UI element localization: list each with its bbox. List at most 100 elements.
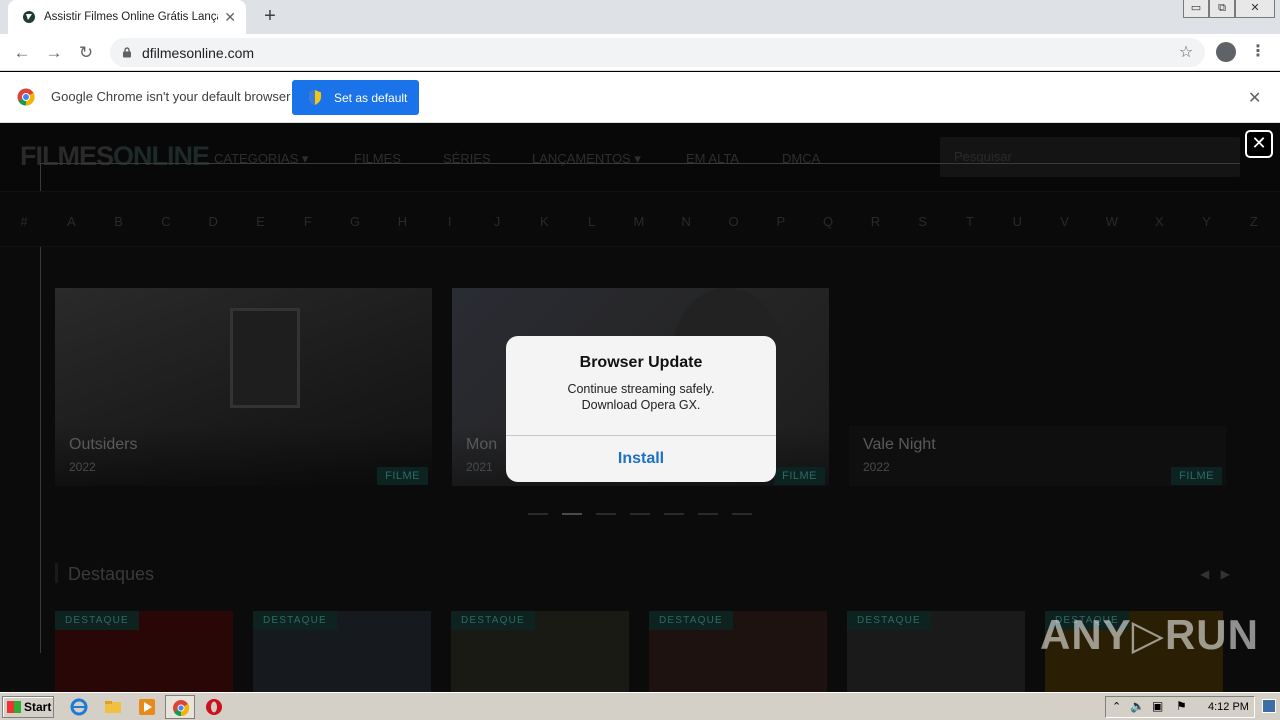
card-badge: DESTAQUE — [55, 611, 139, 630]
set-as-default-button[interactable]: Set as default — [292, 80, 419, 115]
show-desktop-icon[interactable] — [1262, 699, 1276, 713]
back-icon[interactable]: ← — [12, 43, 32, 63]
destaque-card[interactable]: DESTAQUE — [253, 611, 431, 692]
alphabet-letter[interactable]: X — [1149, 214, 1169, 229]
restore-button[interactable]: ⧉ — [1209, 0, 1235, 18]
forward-icon[interactable]: → — [44, 43, 64, 63]
modal-title: Browser Update — [579, 354, 703, 371]
carousel-dot[interactable] — [698, 513, 718, 515]
media-player-icon[interactable] — [138, 698, 156, 716]
alphabet-letter[interactable]: K — [534, 214, 554, 229]
destaque-card[interactable]: DESTAQUE — [55, 611, 233, 692]
alphabet-letter[interactable]: P — [771, 214, 791, 229]
reload-icon[interactable]: ↻ — [76, 43, 96, 63]
alphabet-letter[interactable]: Q — [818, 214, 838, 229]
section-title: Destaques — [68, 564, 155, 584]
carousel-dot[interactable] — [596, 513, 616, 515]
chrome-taskbar-button[interactable] — [165, 695, 195, 719]
alphabet-letter[interactable]: O — [724, 214, 744, 229]
alphabet-letter[interactable]: Z — [1244, 214, 1264, 229]
tab-strip: Assistir Filmes Online Grátis Lançame ✕ … — [0, 0, 1280, 34]
infobar-message: Google Chrome isn't your default browser — [51, 89, 291, 104]
search-input[interactable]: Pesquisar — [940, 137, 1240, 177]
slide-vale-night[interactable]: Vale Night 2022 FILME — [849, 288, 1226, 486]
window-frame — [230, 308, 300, 408]
alphabet-letter[interactable]: T — [960, 214, 980, 229]
alphabet-letter[interactable]: M — [629, 214, 649, 229]
start-button[interactable]: Start — [2, 696, 54, 718]
network-icon[interactable]: ▣ — [1152, 699, 1163, 713]
opera-icon[interactable] — [205, 698, 223, 716]
slide-outsiders[interactable]: Outsiders 2022 FILME — [55, 288, 432, 486]
alphabet-letter[interactable]: # — [14, 214, 34, 229]
new-tab-button[interactable]: + — [258, 5, 282, 29]
alphabet-letter[interactable]: E — [251, 214, 271, 229]
install-button[interactable]: Install — [506, 436, 776, 482]
logo-text-filmes: FILMES — [20, 141, 114, 171]
alphabet-letter[interactable]: F — [298, 214, 318, 229]
set-as-default-label: Set as default — [334, 90, 408, 105]
slide-caption-bg — [849, 426, 1226, 486]
site-header: FILMESONLINE CATEGORIAS ▾ FILMES SÉRIES … — [0, 123, 1280, 191]
explorer-folder-icon[interactable] — [104, 698, 122, 716]
alphabet-letter[interactable]: H — [392, 214, 412, 229]
carousel-dot[interactable] — [732, 513, 752, 515]
card-badge: DESTAQUE — [253, 611, 337, 630]
action-center-flag-icon[interactable]: ⚑ — [1176, 699, 1187, 713]
window-close-button[interactable]: ✕ — [1235, 0, 1275, 18]
slide-year: 2022 — [863, 460, 890, 474]
card-badge: DESTAQUE — [847, 611, 931, 630]
nav-lancamentos[interactable]: LANÇAMENTOS ▾ — [532, 151, 641, 167]
carousel-dot[interactable] — [528, 513, 548, 515]
browser-toolbar: ← → ↻ dfilmesonline.com ☆ ⋮ — [0, 34, 1280, 71]
clock: 4:12 PM — [1208, 701, 1249, 713]
alphabet-letter[interactable]: C — [156, 214, 176, 229]
address-bar[interactable]: dfilmesonline.com — [110, 38, 1205, 67]
anyrun-watermark: ANY▷RUN — [1040, 611, 1259, 658]
destaque-card[interactable]: DESTAQUE — [649, 611, 827, 692]
alphabet-letter[interactable]: I — [440, 214, 460, 229]
alphabet-letter[interactable]: U — [1007, 214, 1027, 229]
alphabet-letter[interactable]: G — [345, 214, 365, 229]
alphabet-letter[interactable]: L — [582, 214, 602, 229]
slide-badge: FILME — [377, 467, 428, 485]
account-avatar-icon[interactable] — [1216, 42, 1236, 62]
uac-shield-icon — [309, 90, 321, 105]
overlay-close-button[interactable]: ✕ — [1245, 130, 1273, 158]
alphabet-letter[interactable]: D — [203, 214, 223, 229]
default-browser-infobar: Google Chrome isn't your default browser… — [0, 72, 1280, 123]
modal-message-line2: Download Opera GX. — [581, 398, 701, 412]
site-logo[interactable]: FILMESONLINE — [20, 141, 210, 172]
minimize-button[interactable]: ▭ — [1183, 0, 1209, 18]
alphabet-letter[interactable]: N — [676, 214, 696, 229]
alphabet-letter[interactable]: S — [913, 214, 933, 229]
slide-title: Vale Night — [863, 436, 936, 453]
windows-flag-icon — [7, 701, 21, 713]
volume-icon[interactable]: 🔈 — [1130, 699, 1145, 713]
slide-year: 2022 — [69, 460, 96, 474]
alphabet-letter[interactable]: Y — [1197, 214, 1217, 229]
alphabet-letter[interactable]: A — [61, 214, 81, 229]
alphabet-letter[interactable]: R — [865, 214, 885, 229]
chrome-menu-icon[interactable]: ⋮ — [1250, 42, 1266, 62]
tab-title: Assistir Filmes Online Grátis Lançame — [44, 11, 218, 23]
card-badge: DESTAQUE — [451, 611, 535, 630]
carousel-dot[interactable] — [664, 513, 684, 515]
ie-icon[interactable] — [70, 698, 88, 716]
destaque-card[interactable]: DESTAQUE — [451, 611, 629, 692]
alphabet-letter[interactable]: W — [1102, 214, 1122, 229]
browser-tab[interactable]: Assistir Filmes Online Grátis Lançame ✕ — [8, 0, 246, 34]
alphabet-letter[interactable]: J — [487, 214, 507, 229]
tray-expand-icon[interactable]: ⌃ — [1112, 700, 1121, 713]
infobar-close-icon[interactable]: ✕ — [1248, 88, 1261, 108]
destaque-card[interactable]: DESTAQUE — [847, 611, 1025, 692]
carousel-dot-active[interactable] — [562, 513, 582, 515]
section-arrows[interactable]: ◀ ▶ — [1200, 567, 1234, 581]
nav-categorias[interactable]: CATEGORIAS ▾ — [214, 151, 308, 167]
carousel-dot[interactable] — [630, 513, 650, 515]
tab-close-icon[interactable]: ✕ — [224, 9, 236, 26]
slide-badge: FILME — [1171, 467, 1222, 485]
bookmark-star-icon[interactable]: ☆ — [1176, 43, 1196, 63]
alphabet-letter[interactable]: V — [1055, 214, 1075, 229]
alphabet-letter[interactable]: B — [109, 214, 129, 229]
